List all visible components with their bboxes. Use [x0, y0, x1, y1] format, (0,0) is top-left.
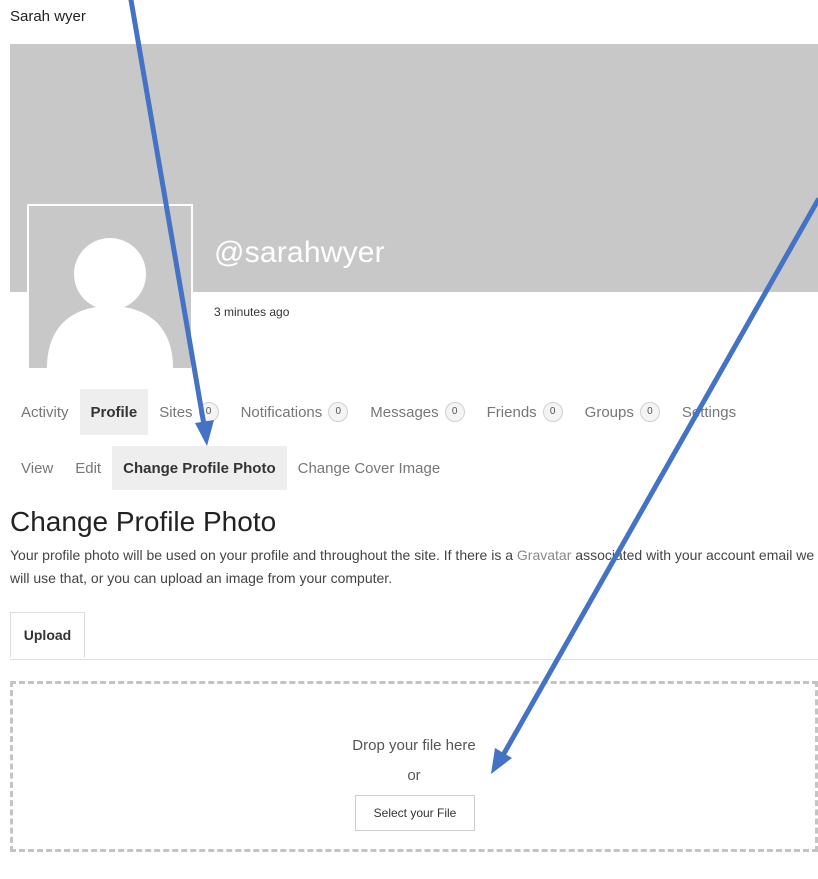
subnav-item-label: View — [21, 459, 54, 477]
subnav-item-label: Change Cover Image — [297, 459, 441, 477]
count-badge: 0 — [542, 402, 563, 422]
nav-item-label: Sites — [159, 403, 193, 421]
nav-item-label: Activity — [21, 403, 69, 421]
nav-item-label: Friends — [486, 403, 537, 421]
profile-sub-nav: View Edit Change Profile Photo Change Co… — [10, 446, 451, 490]
or-separator-text: or — [407, 767, 421, 784]
subnav-item-change-cover-image[interactable]: Change Cover Image — [287, 446, 452, 490]
tab-upload[interactable]: Upload — [10, 612, 85, 658]
upload-tab-bar: Upload — [10, 612, 818, 660]
subnav-item-change-profile-photo[interactable]: Change Profile Photo — [112, 446, 287, 490]
nav-item-label: Messages — [370, 403, 439, 421]
count-badge: 0 — [328, 402, 349, 422]
nav-item-notifications[interactable]: Notifications 0 — [230, 389, 360, 435]
nav-item-label: Groups — [584, 403, 634, 421]
gravatar-link[interactable]: Gravatar — [517, 547, 571, 563]
nav-item-label: Notifications — [240, 403, 323, 421]
nav-item-profile[interactable]: Profile — [79, 389, 149, 435]
intro-text-start: Your profile photo will be used on your … — [10, 547, 517, 563]
nav-item-messages[interactable]: Messages 0 — [359, 389, 475, 435]
profile-primary-nav: Activity Profile Sites 0 Notifications 0… — [10, 389, 747, 435]
page-title: Change Profile Photo — [10, 506, 277, 537]
select-file-button[interactable]: Select your File — [355, 795, 475, 831]
last-active-timestamp: 3 minutes ago — [214, 305, 290, 319]
intro-text: Your profile photo will be used on your … — [10, 544, 818, 590]
nav-item-sites[interactable]: Sites 0 — [148, 389, 229, 435]
count-badge: 0 — [198, 402, 219, 422]
drop-file-text: Drop your file here — [352, 737, 476, 754]
count-badge: 0 — [444, 402, 465, 422]
nav-item-settings[interactable]: Settings — [671, 389, 747, 435]
subnav-item-edit[interactable]: Edit — [64, 446, 112, 490]
nav-item-label: Profile — [90, 403, 138, 421]
avatar — [27, 204, 193, 370]
nav-item-groups[interactable]: Groups 0 — [574, 389, 671, 435]
nav-item-activity[interactable]: Activity — [10, 389, 80, 435]
subnav-item-label: Change Profile Photo — [123, 459, 276, 477]
nav-item-friends[interactable]: Friends 0 — [476, 389, 574, 435]
site-name[interactable]: Sarah wyer — [10, 8, 86, 25]
file-dropzone[interactable]: Drop your file here or Select your File — [10, 681, 818, 852]
count-badge: 0 — [639, 402, 660, 422]
subnav-item-view[interactable]: View — [10, 446, 64, 490]
subnav-item-label: Edit — [75, 459, 102, 477]
nav-item-label: Settings — [681, 403, 737, 421]
default-avatar-icon — [29, 206, 191, 368]
profile-handle: @sarahwyer — [214, 236, 385, 269]
